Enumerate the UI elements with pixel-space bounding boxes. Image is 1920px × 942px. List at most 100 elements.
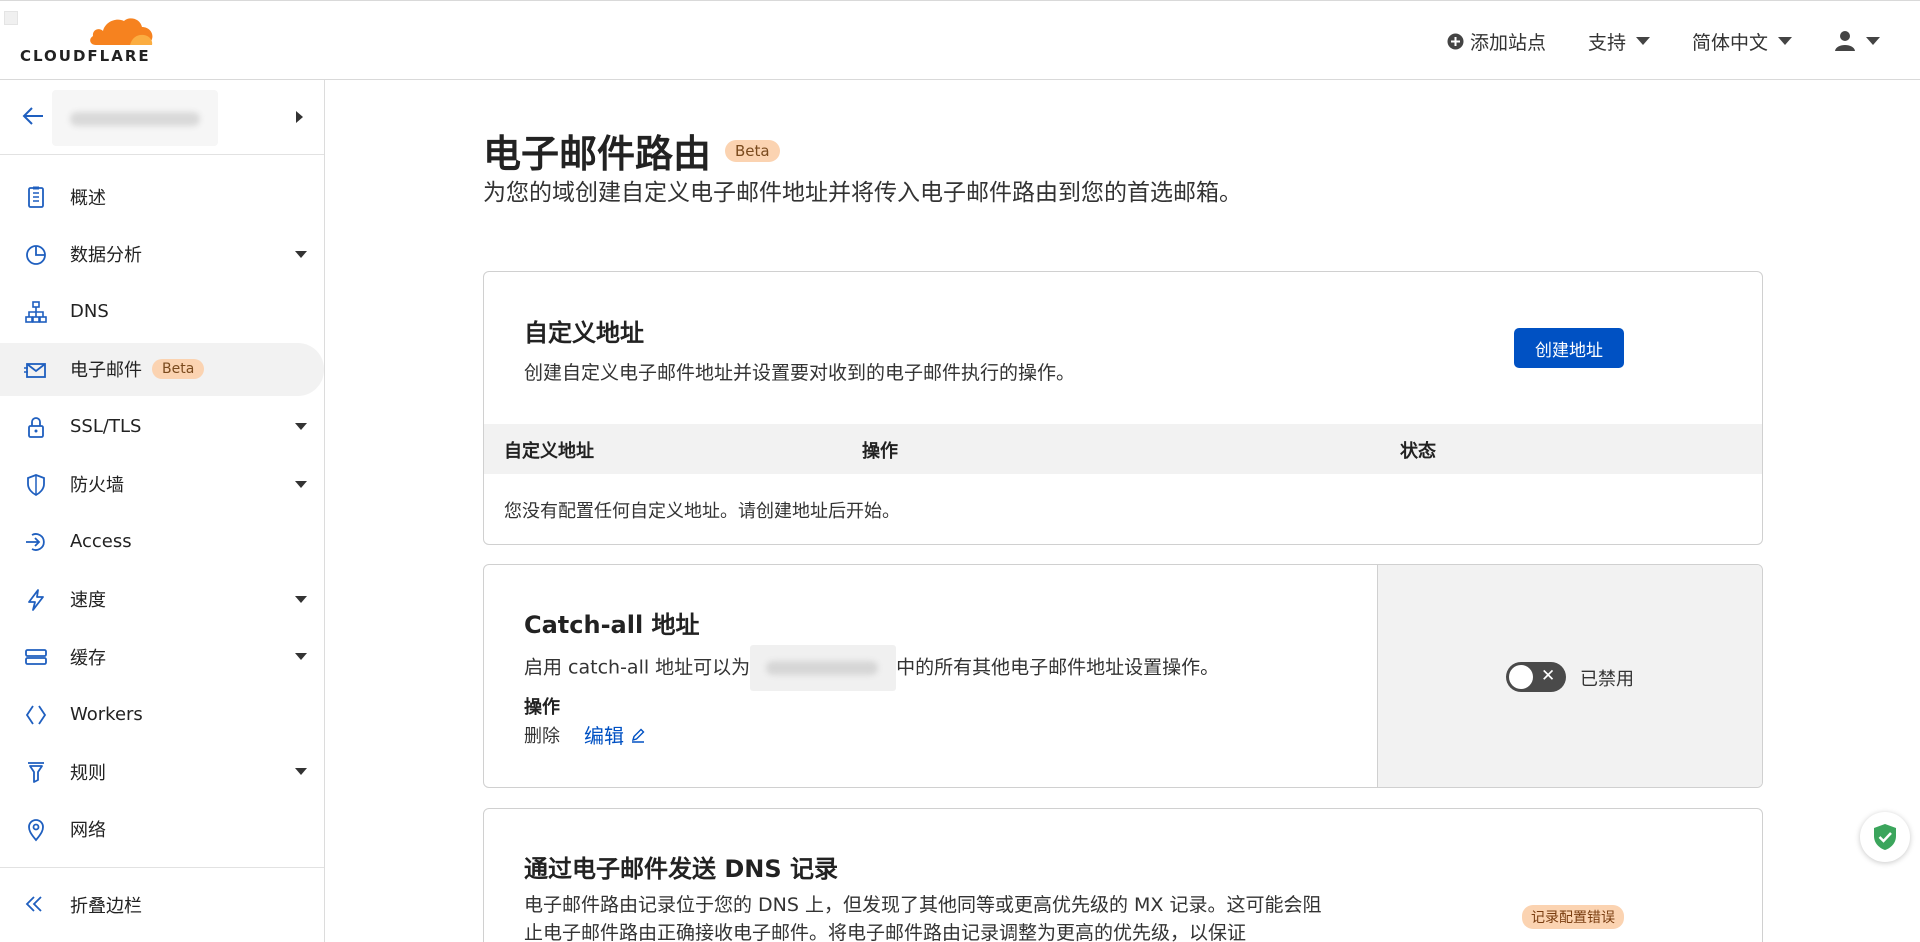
- sidebar-item-network[interactable]: 网络: [0, 803, 324, 856]
- card-description: 电子邮件路由记录位于您的 DNS 上，但发现了其他同等或更高优先级的 MX 记录…: [524, 894, 1322, 942]
- add-site-button[interactable]: 添加站点: [1447, 28, 1546, 55]
- security-shield-button[interactable]: [1860, 812, 1910, 862]
- rules-icon: [28, 762, 44, 783]
- shield-check-icon: [1874, 824, 1896, 850]
- page-subtitle: 为您的域创建自定义电子邮件地址并将传入电子邮件路由到您的首选邮箱。: [483, 180, 1242, 206]
- edit-label: 编辑: [584, 724, 624, 748]
- beta-badge: Beta: [725, 139, 780, 162]
- card-title: Catch-all 地址: [524, 611, 700, 639]
- arrow-left-icon[interactable]: [22, 106, 44, 126]
- storage-icon: [25, 649, 47, 665]
- sidebar-item-label: 网络: [70, 820, 106, 841]
- location-pin-icon: [28, 818, 44, 841]
- plus-circle-icon: [1447, 33, 1464, 49]
- sidebar-item-cache[interactable]: 缓存: [0, 630, 324, 683]
- chevron-down-icon[interactable]: [295, 250, 307, 258]
- access-icon: [26, 533, 45, 551]
- desc-suffix: 中的所有其他电子邮件地址设置操作。: [896, 656, 1220, 679]
- page-title: 电子邮件路由 Beta: [483, 123, 780, 178]
- edit-link[interactable]: 编辑: [584, 720, 646, 749]
- chevron-down-icon[interactable]: [295, 653, 307, 660]
- user-menu[interactable]: [1834, 30, 1880, 52]
- card-title: 通过电子邮件发送 DNS 记录: [524, 855, 839, 883]
- cloudflare-cloud-icon: [90, 18, 153, 45]
- sidebar-item-label: DNS: [70, 301, 109, 322]
- custom-address-card: 自定义地址 创建自定义电子邮件地址并设置要对收到的电子邮件执行的操作。 创建地址…: [483, 271, 1763, 545]
- catch-all-status-panel: ✕ 已禁用: [1377, 565, 1762, 787]
- pencil-icon: [631, 728, 645, 743]
- lock-icon: [28, 417, 44, 438]
- language-menu[interactable]: 简体中文: [1692, 28, 1792, 55]
- delete-action[interactable]: 删除: [524, 722, 560, 748]
- sidebar-item-label: 缓存: [70, 647, 106, 669]
- chevron-down-icon: [1866, 37, 1880, 45]
- pie-chart-icon: [26, 244, 46, 265]
- sidebar-item-label: 防火墙: [70, 475, 124, 496]
- close-icon: ✕: [1541, 666, 1556, 686]
- column-header-status[interactable]: 状态: [1400, 437, 1436, 463]
- collapse-sidebar-button[interactable]: 折叠边栏: [0, 867, 324, 942]
- sidebar-item-label: SSL/TLS: [70, 416, 142, 437]
- sidebar-item-label: 概述: [70, 187, 106, 209]
- site-name-redacted: [52, 90, 218, 146]
- chevron-down-icon: [1778, 37, 1792, 45]
- shield-icon: [27, 473, 45, 496]
- collapse-label: 折叠边栏: [70, 896, 142, 917]
- header-actions: 添加站点 支持 简体中文: [1447, 1, 1880, 81]
- chevron-down-icon[interactable]: [295, 768, 307, 775]
- cloudflare-logo[interactable]: CLOUDFLARE: [20, 15, 160, 65]
- double-chevron-left-icon: [25, 896, 42, 912]
- catch-all-card: Catch-all 地址 启用 catch-all 地址可以为 中的所有其他电子邮…: [483, 564, 1763, 788]
- sidebar-item-email[interactable]: 电子邮件 Beta: [0, 342, 324, 396]
- create-address-button[interactable]: 创建地址: [1514, 328, 1624, 368]
- sidebar-item-overview[interactable]: 概述: [0, 170, 324, 223]
- main-content: 电子邮件路由 Beta 为您的域创建自定义电子邮件地址并将传入电子邮件路由到您的…: [325, 81, 1920, 942]
- domain-redacted: [750, 645, 897, 691]
- toggle-status-label: 已禁用: [1580, 669, 1634, 690]
- sidebar: 概述 数据分析 DNS 电子邮件 Beta SSL/TLS 防火墙 Access…: [0, 80, 325, 942]
- toggle-knob: [1509, 665, 1533, 689]
- chevron-right-icon[interactable]: [296, 111, 303, 123]
- chevron-down-icon[interactable]: [295, 595, 307, 603]
- column-header-custom-address[interactable]: 自定义地址: [504, 437, 594, 463]
- sidebar-item-firewall[interactable]: 防火墙: [0, 458, 324, 511]
- empty-state-text: 您没有配置任何自定义地址。请创建地址后开始。: [504, 501, 900, 522]
- window-corner-box: [4, 11, 18, 25]
- column-header-action[interactable]: 操作: [862, 437, 898, 463]
- chevron-down-icon[interactable]: [295, 480, 307, 488]
- action-label: 操作: [524, 697, 560, 718]
- add-site-label: 添加站点: [1469, 31, 1546, 54]
- lightning-icon: [28, 588, 44, 611]
- sidebar-nav: 概述 数据分析 DNS 电子邮件 Beta SSL/TLS 防火墙 Access…: [0, 170, 324, 860]
- chevron-down-icon[interactable]: [295, 423, 307, 430]
- top-header: CLOUDFLARE 添加站点 支持 简体中文: [0, 0, 1920, 80]
- sidebar-item-workers[interactable]: Workers: [0, 688, 324, 741]
- sidebar-item-access[interactable]: Access: [0, 515, 324, 568]
- chevron-down-icon: [1635, 37, 1650, 45]
- table-header: 自定义地址 操作 状态: [484, 424, 1762, 474]
- language-label: 简体中文: [1691, 31, 1768, 54]
- support-label: 支持: [1587, 31, 1626, 54]
- dns-records-card: 通过电子邮件发送 DNS 记录 电子邮件路由记录位于您的 DNS 上，但发现了其…: [483, 808, 1763, 942]
- sidebar-item-analytics[interactable]: 数据分析: [0, 228, 324, 281]
- user-icon: [1835, 31, 1855, 51]
- sidebar-item-label: 数据分析: [70, 245, 142, 266]
- sidebar-item-ssl-tls[interactable]: SSL/TLS: [0, 400, 324, 453]
- sidebar-item-label: Access: [70, 531, 132, 552]
- sidebar-item-label: Workers: [70, 703, 143, 725]
- card-description: 启用 catch-all 地址可以为 中的所有其他电子邮件地址设置操作。: [524, 645, 1219, 691]
- network-icon: [25, 301, 47, 323]
- page-title-text: 电子邮件路由: [483, 132, 712, 176]
- card-title: 自定义地址: [524, 319, 644, 347]
- support-menu[interactable]: 支持: [1588, 28, 1650, 55]
- sidebar-item-label: 速度: [70, 590, 106, 611]
- sidebar-item-dns[interactable]: DNS: [0, 285, 324, 338]
- card-description: 创建自定义电子邮件地址并设置要对收到的电子邮件执行的操作。: [524, 362, 1076, 384]
- catch-all-toggle[interactable]: ✕: [1506, 662, 1566, 692]
- sidebar-item-speed[interactable]: 速度: [0, 573, 324, 626]
- record-misconfigured-badge: 记录配置错误: [1522, 905, 1624, 929]
- desc-prefix: 启用 catch-all 地址可以为: [524, 656, 751, 679]
- site-selector[interactable]: [0, 80, 324, 155]
- sidebar-item-rules[interactable]: 规则: [0, 745, 324, 798]
- sidebar-item-label: 电子邮件: [70, 360, 142, 381]
